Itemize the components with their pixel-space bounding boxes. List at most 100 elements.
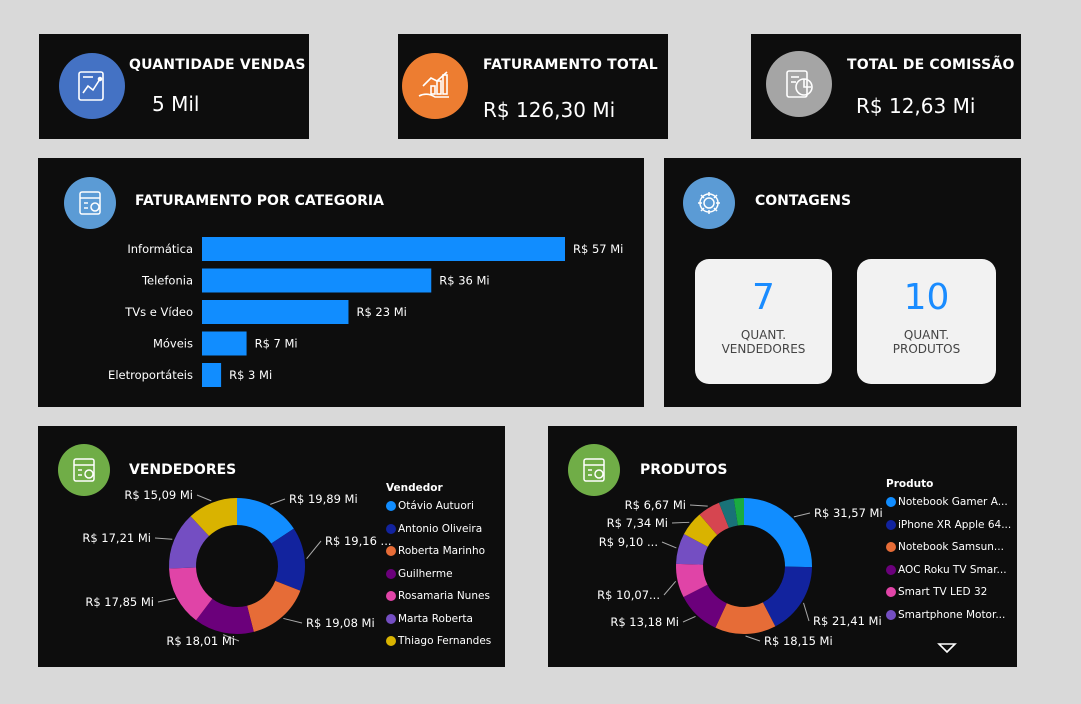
leader-line: [663, 581, 677, 596]
legend-label: AOC Roku TV Smar...: [898, 563, 1007, 576]
vendedores-legend: Otávio Autuori Antonio Oliveira Roberta Ma…: [386, 500, 491, 658]
slice-data-label: R$ 6,67 Mi: [625, 498, 686, 512]
leader-line: [661, 541, 677, 549]
quant-produtos-card: 10 QUANT. PRODUTOS: [857, 259, 996, 384]
legend-dot: [386, 591, 396, 601]
legend-dot: [386, 636, 396, 646]
legend-dot: [886, 587, 896, 597]
category-label: Eletroportáteis: [108, 368, 193, 382]
donut-slice[interactable]: [744, 498, 812, 568]
legend-label: Rosamaria Nunes: [398, 590, 490, 602]
produtos-panel: PRODUTOS R$ 31,57 Mi R$ 21,41 Mi R$ 18,15 …: [548, 426, 1017, 667]
slice-data-label: R$ 19,08 Mi: [306, 616, 375, 630]
slice-data-label: R$ 21,41 Mi: [813, 614, 882, 628]
leader-line: [803, 602, 810, 622]
slice-data-label: R$ 19,16 ...: [325, 534, 392, 548]
legend-label: Notebook Samsun...: [898, 541, 1004, 553]
slice-data-label: R$ 18,15 Mi: [764, 634, 833, 648]
vendedores-panel: VENDEDORES R$ 19,89 Mi R$ 19,16 ... R$ 19,…: [38, 426, 505, 667]
category-label: Informática: [127, 242, 193, 256]
legend-label: Marta Roberta: [398, 612, 473, 625]
slice-data-label: R$ 9,10 ...: [599, 535, 658, 549]
leader-line: [283, 617, 303, 624]
legend-dot: [886, 497, 896, 507]
bar-data-label: R$ 36 Mi: [439, 274, 489, 288]
legend-item[interactable]: Smart TV LED 32: [886, 586, 1011, 609]
legend-label: iPhone XR Apple 64...: [898, 518, 1012, 531]
slice-data-label: R$ 10,07...: [597, 588, 660, 602]
bar[interactable]: [202, 300, 349, 324]
gear-icon: [683, 177, 735, 229]
slice-data-label: R$ 15,09 Mi: [124, 488, 193, 502]
legend-label: Antonio Oliveira: [398, 522, 483, 535]
bar[interactable]: [202, 237, 565, 261]
kpi-value: R$ 126,30 Mi: [483, 98, 616, 122]
slice-data-label: R$ 19,89 Mi: [289, 492, 358, 506]
legend-item[interactable]: Notebook Gamer A...: [886, 496, 1011, 519]
produtos-legend[interactable]: Notebook Gamer A... iPhone XR Apple 64...…: [886, 496, 1011, 631]
quant-produtos-label-2: PRODUTOS: [892, 342, 961, 356]
faturamento-por-categoria-panel: FATURAMENTO POR CATEGORIA Informática R$ …: [38, 158, 644, 407]
slice-data-label: R$ 7,34 Mi: [607, 516, 668, 530]
legend-dot: [886, 542, 896, 552]
bar-data-label: R$ 57 Mi: [573, 242, 623, 256]
category-label: TVs e Vídeo: [124, 305, 193, 319]
legend-item[interactable]: Antonio Oliveira: [386, 523, 491, 546]
sales-report-icon: [59, 53, 125, 119]
legend-dot: [386, 523, 396, 534]
slice-data-label: R$ 31,57 Mi: [814, 506, 883, 520]
leader-line: [671, 521, 690, 524]
donut-slice[interactable]: [247, 580, 301, 632]
bar-data-label: R$ 7 Mi: [255, 337, 298, 351]
bar-data-label: R$ 23 Mi: [356, 305, 406, 319]
legend-title: Vendedor: [386, 482, 443, 494]
legend-dot: [886, 519, 896, 530]
legend-item[interactable]: Guilherme: [386, 568, 491, 591]
legend-item[interactable]: AOC Roku TV Smar...: [886, 564, 1011, 587]
kpi-card-quantidade-vendas: QUANTIDADE VENDAS 5 Mil: [39, 34, 309, 139]
kpi-value: 5 Mil: [152, 92, 200, 116]
legend-dot: [386, 613, 396, 624]
slice-data-label: R$ 17,85 Mi: [85, 595, 154, 609]
legend-title: Produto: [886, 478, 934, 490]
quant-vendedores-value: 7: [752, 277, 775, 318]
legend-item[interactable]: Marta Roberta: [386, 613, 491, 636]
legend-item[interactable]: Rosamaria Nunes: [386, 590, 491, 613]
kpi-title: TOTAL DE COMISSÃO: [847, 57, 1015, 73]
slice-data-label: R$ 17,21 Mi: [82, 531, 151, 545]
kpi-card-total-comissao: TOTAL DE COMISSÃO R$ 12,63 Mi: [751, 34, 1021, 139]
quant-vendedores-label-2: VENDEDORES: [721, 342, 806, 356]
legend-dot: [886, 564, 896, 575]
bar[interactable]: [202, 363, 222, 387]
slice-data-label: R$ 13,18 Mi: [610, 615, 679, 629]
legend-item[interactable]: Smartphone Motor...: [886, 609, 1011, 632]
legend-item[interactable]: Otávio Autuori: [386, 500, 491, 523]
triangle-down-icon[interactable]: [937, 642, 957, 654]
quant-produtos-value: 10: [903, 277, 950, 318]
legend-item[interactable]: Roberta Marinho: [386, 545, 491, 568]
legend-dot: [886, 609, 896, 620]
leader-line: [306, 540, 322, 560]
contagens-panel: CONTAGENS 7 QUANT. VENDEDORES 10 QUANT. …: [664, 158, 1021, 407]
quant-vendedores-card: 7 QUANT. VENDEDORES: [695, 259, 832, 384]
category-label: Móveis: [153, 337, 193, 351]
legend-dot: [386, 568, 396, 579]
legend-item[interactable]: iPhone XR Apple 64...: [886, 519, 1011, 542]
legend-item[interactable]: Notebook Samsun...: [886, 541, 1011, 564]
bar[interactable]: [202, 331, 247, 356]
kpi-card-faturamento-total: FATURAMENTO TOTAL R$ 126,30 Mi: [398, 34, 668, 139]
legend-dot: [386, 546, 396, 556]
commission-report-icon: [766, 51, 832, 117]
category-bar-chart: Informática R$ 57 Mi Telefonia R$ 36 Mi TVs …: [108, 237, 623, 387]
panel-title: CONTAGENS: [755, 193, 852, 209]
quant-produtos-label-1: QUANT.: [903, 328, 950, 342]
revenue-growth-icon: [402, 53, 468, 119]
bar[interactable]: [202, 268, 432, 293]
legend-label: Otávio Autuori: [398, 500, 474, 512]
slice-data-label: R$ 18,01 Mi: [166, 634, 235, 648]
kpi-title: FATURAMENTO TOTAL: [483, 57, 658, 73]
legend-dot: [386, 501, 396, 511]
bar-data-label: R$ 3 Mi: [229, 368, 272, 382]
legend-label: Guilherme: [398, 567, 453, 580]
legend-item[interactable]: Thiago Fernandes: [386, 635, 491, 658]
